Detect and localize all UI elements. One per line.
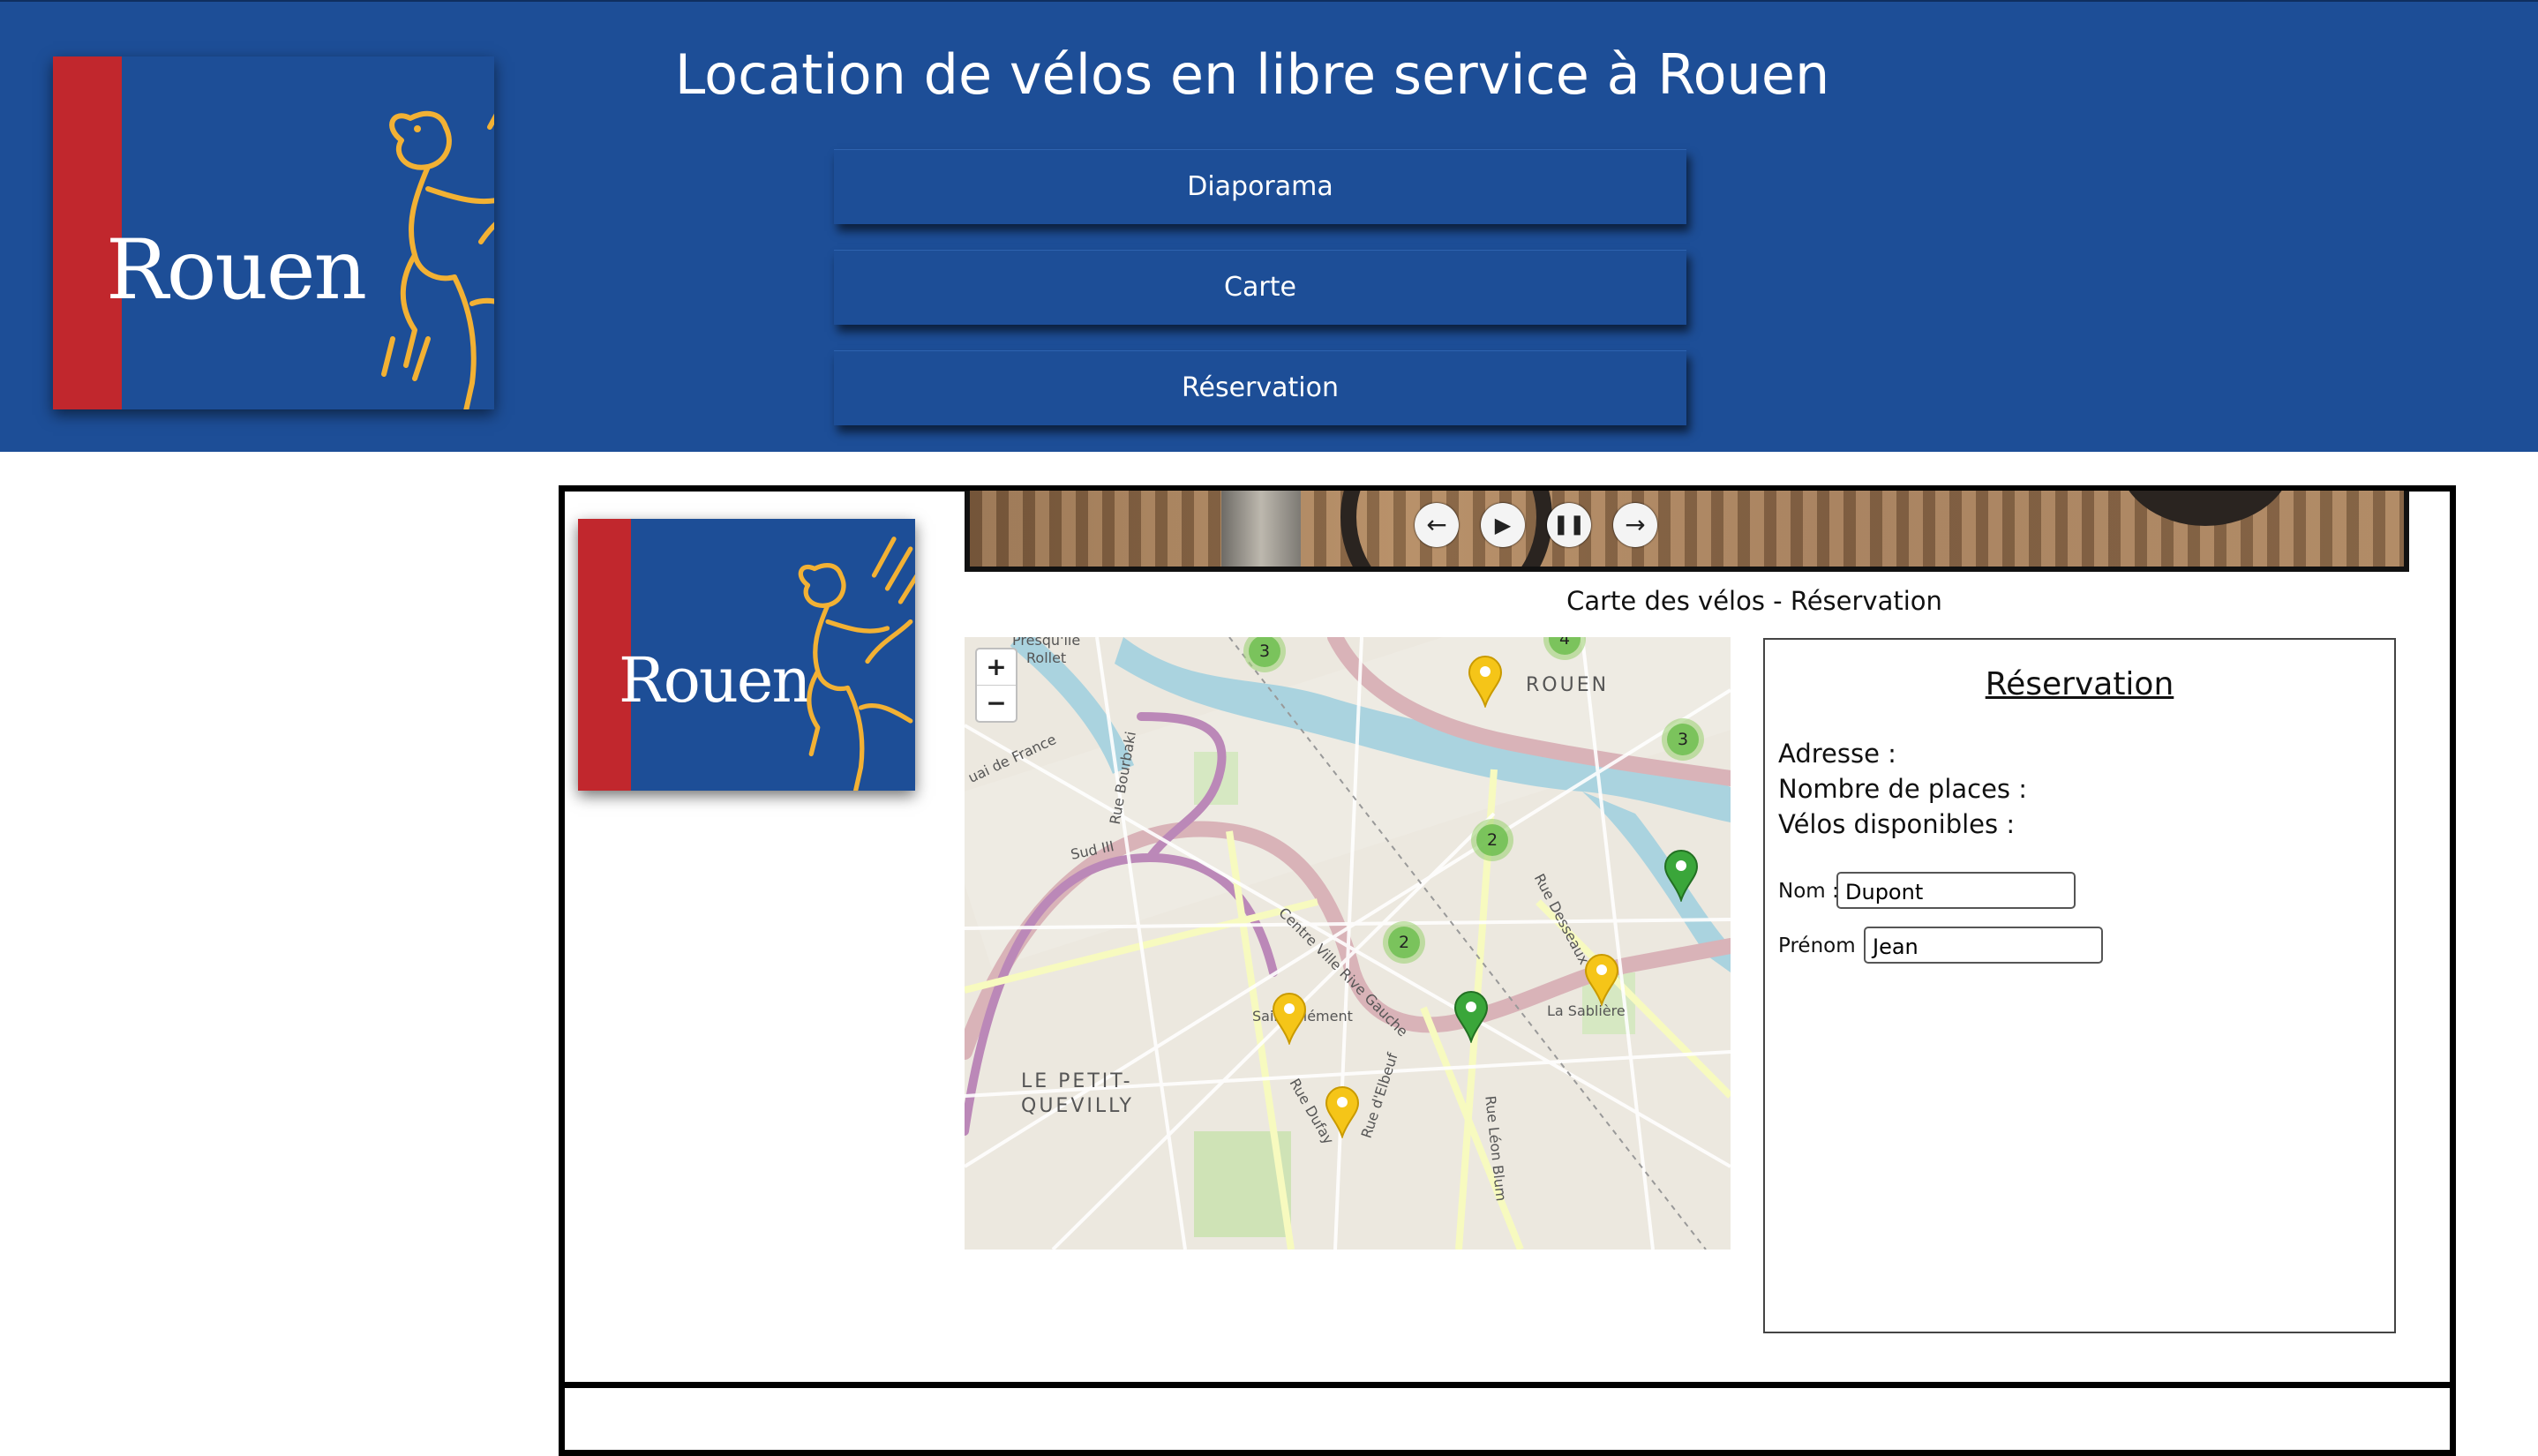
- divider: [559, 1382, 2456, 1388]
- nav-reservation-button[interactable]: Réservation: [834, 350, 1686, 425]
- cluster-count: 3: [1667, 724, 1699, 755]
- zoom-in-button[interactable]: +: [977, 649, 1016, 685]
- bike-map[interactable]: ROUEN LE PETIT- QUEVILLY Rue Bourbaki Su…: [965, 637, 1731, 1250]
- nom-label: Nom :: [1778, 880, 1839, 903]
- marker-cluster[interactable]: 2: [1471, 819, 1513, 861]
- slide-image-post: [1221, 491, 1301, 567]
- rouen-logo: Rouen: [53, 56, 494, 409]
- prenom-input[interactable]: Jean: [1864, 927, 2103, 964]
- cluster-count: 3: [1249, 637, 1280, 667]
- green-marker-icon[interactable]: [1663, 849, 1699, 902]
- slideshow: ← ▶ ❚❚ →: [965, 491, 2409, 572]
- reservation-panel: Réservation Adresse : Nombre de places :…: [1763, 638, 2396, 1333]
- yellow-marker-icon[interactable]: [1468, 655, 1503, 708]
- site-title: Location de vélos en libre service à Rou…: [674, 42, 1830, 107]
- marker-cluster[interactable]: 3: [1662, 718, 1704, 761]
- yellow-marker-icon[interactable]: [1584, 953, 1619, 1006]
- prenom-label: Prénom :: [1778, 934, 1869, 957]
- play-icon[interactable]: ▶: [1481, 503, 1525, 547]
- zoom-control: + −: [975, 648, 1017, 723]
- marker-cluster[interactable]: 2: [1383, 921, 1425, 964]
- lion-icon: [798, 537, 915, 791]
- map-label-petit-quevilly: LE PETIT-: [1021, 1070, 1133, 1092]
- section-title: Carte des vélos - Réservation: [1566, 586, 1942, 616]
- map-label-rouen: ROUEN: [1526, 674, 1610, 696]
- cluster-count: 2: [1388, 927, 1420, 958]
- bikes-available-label: Vélos disponibles :: [1778, 809, 2016, 839]
- places-label: Nombre de places :: [1778, 774, 2028, 804]
- pause-icon[interactable]: ❚❚: [1547, 503, 1591, 547]
- previous-icon[interactable]: ←: [1415, 503, 1459, 547]
- logo-text: Rouen: [619, 644, 811, 717]
- lion-icon: [381, 110, 494, 409]
- yellow-marker-icon[interactable]: [1325, 1085, 1360, 1138]
- reservation-title: Réservation: [1985, 666, 2174, 702]
- nav-diaporama-button[interactable]: Diaporama: [834, 149, 1686, 224]
- address-label: Adresse :: [1778, 739, 1896, 769]
- logo-text: Rouen: [106, 222, 367, 319]
- map-label-street: Rollet: [1026, 649, 1067, 666]
- map-tiles: [965, 637, 1731, 1250]
- nom-input[interactable]: Dupont: [1836, 872, 2076, 909]
- yellow-marker-icon[interactable]: [1272, 992, 1307, 1045]
- cluster-count: 4: [1549, 637, 1581, 655]
- map-label-quevilly: QUEVILLY: [1021, 1095, 1134, 1117]
- zoom-out-button[interactable]: −: [977, 685, 1016, 721]
- nav-carte-button[interactable]: Carte: [834, 250, 1686, 325]
- slide-image-wheel: [2117, 491, 2294, 526]
- cluster-count: 2: [1476, 824, 1508, 856]
- next-icon[interactable]: →: [1613, 503, 1657, 547]
- site-header: Rouen Location de vélos en libre service…: [0, 0, 2538, 452]
- green-marker-icon[interactable]: [1453, 990, 1489, 1043]
- map-label-street: Presqu'île: [1012, 637, 1081, 649]
- rouen-logo-side: Rouen: [578, 519, 915, 791]
